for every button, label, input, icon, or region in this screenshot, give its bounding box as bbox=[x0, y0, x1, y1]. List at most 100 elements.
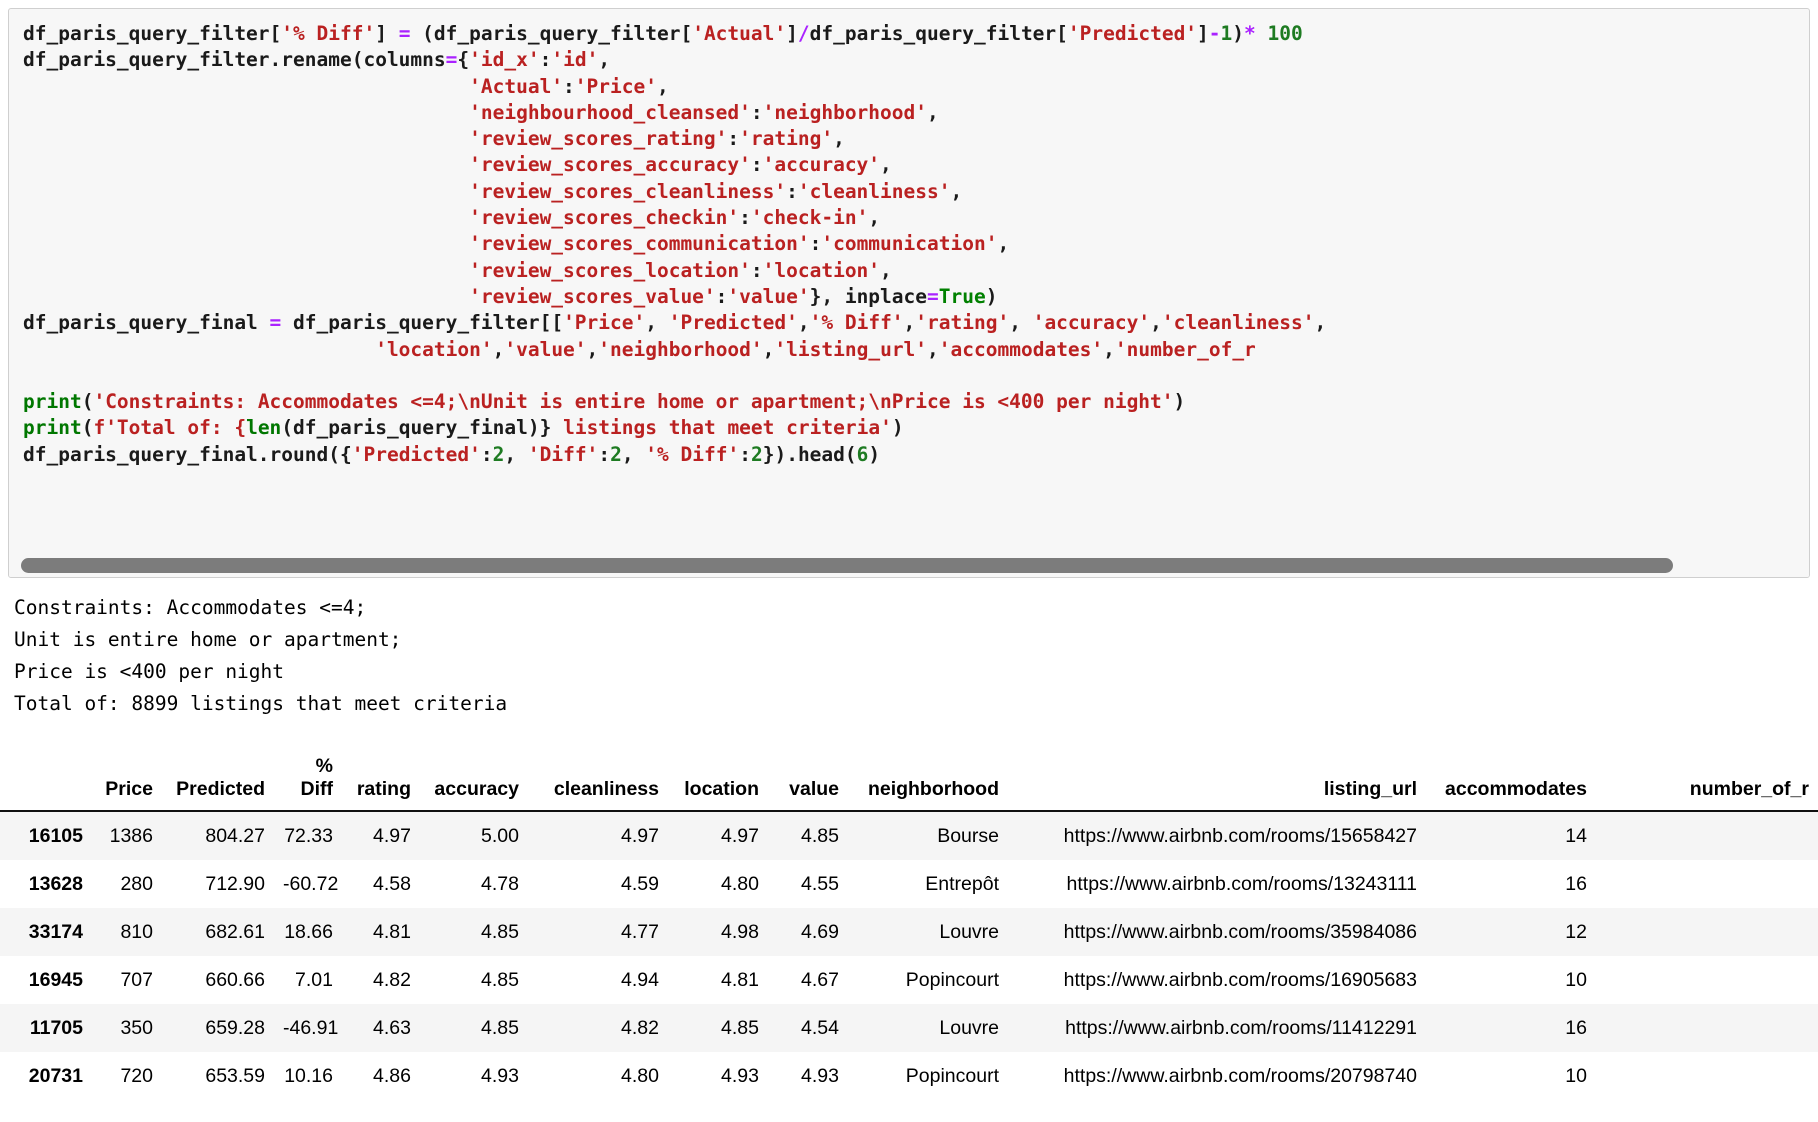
code-token: , bbox=[762, 337, 775, 361]
code-token: : bbox=[727, 127, 740, 151]
cell-value: 4.54 bbox=[801, 1017, 839, 1039]
code-token: , bbox=[797, 311, 810, 335]
code-token: 'rating' bbox=[915, 311, 1010, 335]
cell-index: 11705 bbox=[29, 1017, 83, 1039]
table-row: 11705 350 659.28 -46.91 4.63 4.85 4.82 4.85 4.54… bbox=[0, 1004, 1818, 1052]
code-token: : bbox=[598, 442, 611, 466]
cell-price: 810 bbox=[120, 921, 153, 943]
column-header-predicted[interactable]: Predicted bbox=[162, 755, 274, 811]
code-token: , bbox=[833, 127, 845, 151]
code-token: 'review_scores_rating' bbox=[469, 127, 728, 151]
code-token: 'review_scores_location' bbox=[469, 258, 751, 282]
code-token: 'accommodates' bbox=[938, 337, 1104, 361]
column-header-neighborhood[interactable]: neighborhood bbox=[848, 755, 1008, 811]
code-cell[interactable]: df_paris_query_filter['% Diff'] = (df_pa… bbox=[8, 8, 1810, 578]
code-token: , bbox=[903, 311, 916, 335]
code-token: , bbox=[656, 74, 669, 98]
code-line-6: 'review_scores_accuracy':'accuracy', bbox=[23, 152, 1809, 178]
cell-cleanliness: 4.80 bbox=[621, 1065, 659, 1087]
code-token: ) bbox=[1232, 22, 1245, 45]
cell-rating: 4.82 bbox=[373, 969, 411, 991]
code-token: 'location' bbox=[375, 337, 493, 361]
code-token: df_paris_query_final bbox=[23, 311, 270, 335]
stdout-line-2: Unit is entire home or apartment; bbox=[14, 628, 402, 651]
code-token: - bbox=[1208, 22, 1221, 45]
code-token: , bbox=[880, 258, 892, 282]
column-header-price[interactable]: Price bbox=[92, 755, 162, 811]
cell-cleanliness: 4.59 bbox=[621, 873, 659, 895]
code-token: 'cleanliness' bbox=[1161, 311, 1315, 335]
code-line-15: print('Constraints: Accommodates <=4;\nU… bbox=[23, 389, 1809, 415]
code-token: listings that meet criteria' bbox=[551, 416, 892, 440]
code-line-3: 'Actual':'Price', bbox=[23, 74, 1809, 100]
cell-neighborhood: Popincourt bbox=[905, 969, 999, 991]
column-header-cleanliness[interactable]: cleanliness bbox=[528, 755, 668, 811]
code-token: (df_paris_query_filter[ bbox=[410, 22, 693, 45]
code-token: , bbox=[1314, 311, 1327, 335]
cell-cleanliness: 4.94 bbox=[621, 969, 659, 991]
cell-accommodates: 14 bbox=[1565, 825, 1587, 847]
code-token: ] bbox=[1197, 22, 1209, 45]
code-line-11: 'review_scores_value':'value'}, inplace=… bbox=[23, 284, 1809, 310]
dataframe-output: Price Predicted % Diff rating accuracy c… bbox=[0, 755, 1818, 1100]
code-token: ) bbox=[1173, 390, 1186, 414]
column-header-listing-url[interactable]: listing_url bbox=[1008, 755, 1426, 811]
cell-value: 4.69 bbox=[801, 921, 839, 943]
code-token: , bbox=[880, 153, 892, 177]
cell-index: 16105 bbox=[28, 825, 83, 847]
cell-listing-url: https://www.airbnb.com/rooms/15658427 bbox=[1063, 825, 1417, 847]
code-token: 'neighbourhood_cleansed' bbox=[469, 100, 751, 124]
column-header-rating[interactable]: rating bbox=[342, 755, 420, 811]
code-token: , bbox=[504, 442, 528, 466]
code-token: 6 bbox=[856, 442, 869, 466]
code-line-7: 'review_scores_cleanliness':'cleanliness… bbox=[23, 179, 1809, 205]
cell-rating: 4.58 bbox=[373, 873, 411, 895]
column-header-number-of-r[interactable]: number_of_r bbox=[1596, 755, 1818, 811]
stdout-line-4: Total of: 8899 listings that meet criter… bbox=[14, 692, 508, 715]
code-token: 'accuracy' bbox=[1032, 311, 1151, 335]
code-token: = bbox=[445, 48, 458, 72]
cell-price: 707 bbox=[120, 969, 153, 991]
cell-value: 4.55 bbox=[801, 873, 839, 895]
code-line-12: df_paris_query_final = df_paris_query_fi… bbox=[23, 310, 1809, 336]
table-row: 16945 707 660.66 7.01 4.82 4.85 4.94 4.81 4.67 Po… bbox=[0, 956, 1818, 1004]
code-line-5: 'review_scores_rating':'rating', bbox=[23, 126, 1809, 152]
code-token: 'review_scores_cleanliness' bbox=[469, 179, 787, 203]
cell-listing-url: https://www.airbnb.com/rooms/20798740 bbox=[1063, 1065, 1417, 1087]
cell-number-of-r bbox=[1596, 860, 1818, 908]
code-token: 'neighborhood' bbox=[598, 337, 763, 361]
cell-location: 4.85 bbox=[721, 1017, 759, 1039]
cell-location: 4.93 bbox=[721, 1065, 759, 1087]
code-token: 'id' bbox=[551, 48, 599, 72]
code-token: ( bbox=[81, 390, 94, 414]
code-cell-source[interactable]: df_paris_query_filter['% Diff'] = (df_pa… bbox=[9, 9, 1809, 555]
cell-accommodates: 16 bbox=[1565, 1017, 1587, 1039]
code-token: }).head( bbox=[762, 442, 857, 466]
column-header-accommodates[interactable]: accommodates bbox=[1426, 755, 1596, 811]
cell-value: 4.85 bbox=[801, 825, 839, 847]
code-token: 'listing_url' bbox=[774, 337, 928, 361]
code-cell-horizontal-scrollbar-track[interactable] bbox=[9, 555, 1809, 577]
code-cell-horizontal-scrollbar-thumb[interactable] bbox=[21, 558, 1673, 573]
code-token: = bbox=[398, 22, 411, 45]
code-token: '% Diff' bbox=[645, 442, 740, 466]
cell-neighborhood: Popincourt bbox=[905, 1065, 999, 1087]
code-token: ) bbox=[891, 416, 904, 440]
code-token: ] bbox=[786, 22, 798, 45]
column-header-accuracy[interactable]: accuracy bbox=[420, 755, 528, 811]
column-header-index[interactable] bbox=[0, 755, 92, 811]
code-token: df_paris_query_filter.rename(columns bbox=[23, 48, 446, 72]
cell-pct-diff: 7.01 bbox=[295, 969, 333, 991]
column-header-location[interactable]: location bbox=[668, 755, 768, 811]
code-token: { bbox=[457, 48, 470, 72]
column-header-value[interactable]: value bbox=[768, 755, 848, 811]
cell-accuracy: 4.85 bbox=[481, 1017, 519, 1039]
code-token: 'review_scores_accuracy' bbox=[469, 153, 751, 177]
dataframe-table: Price Predicted % Diff rating accuracy c… bbox=[0, 755, 1818, 1100]
column-header-pct-diff[interactable]: % Diff bbox=[274, 755, 342, 811]
code-token: ) bbox=[985, 284, 998, 308]
code-token: : bbox=[786, 179, 798, 203]
code-token: : bbox=[539, 48, 552, 72]
